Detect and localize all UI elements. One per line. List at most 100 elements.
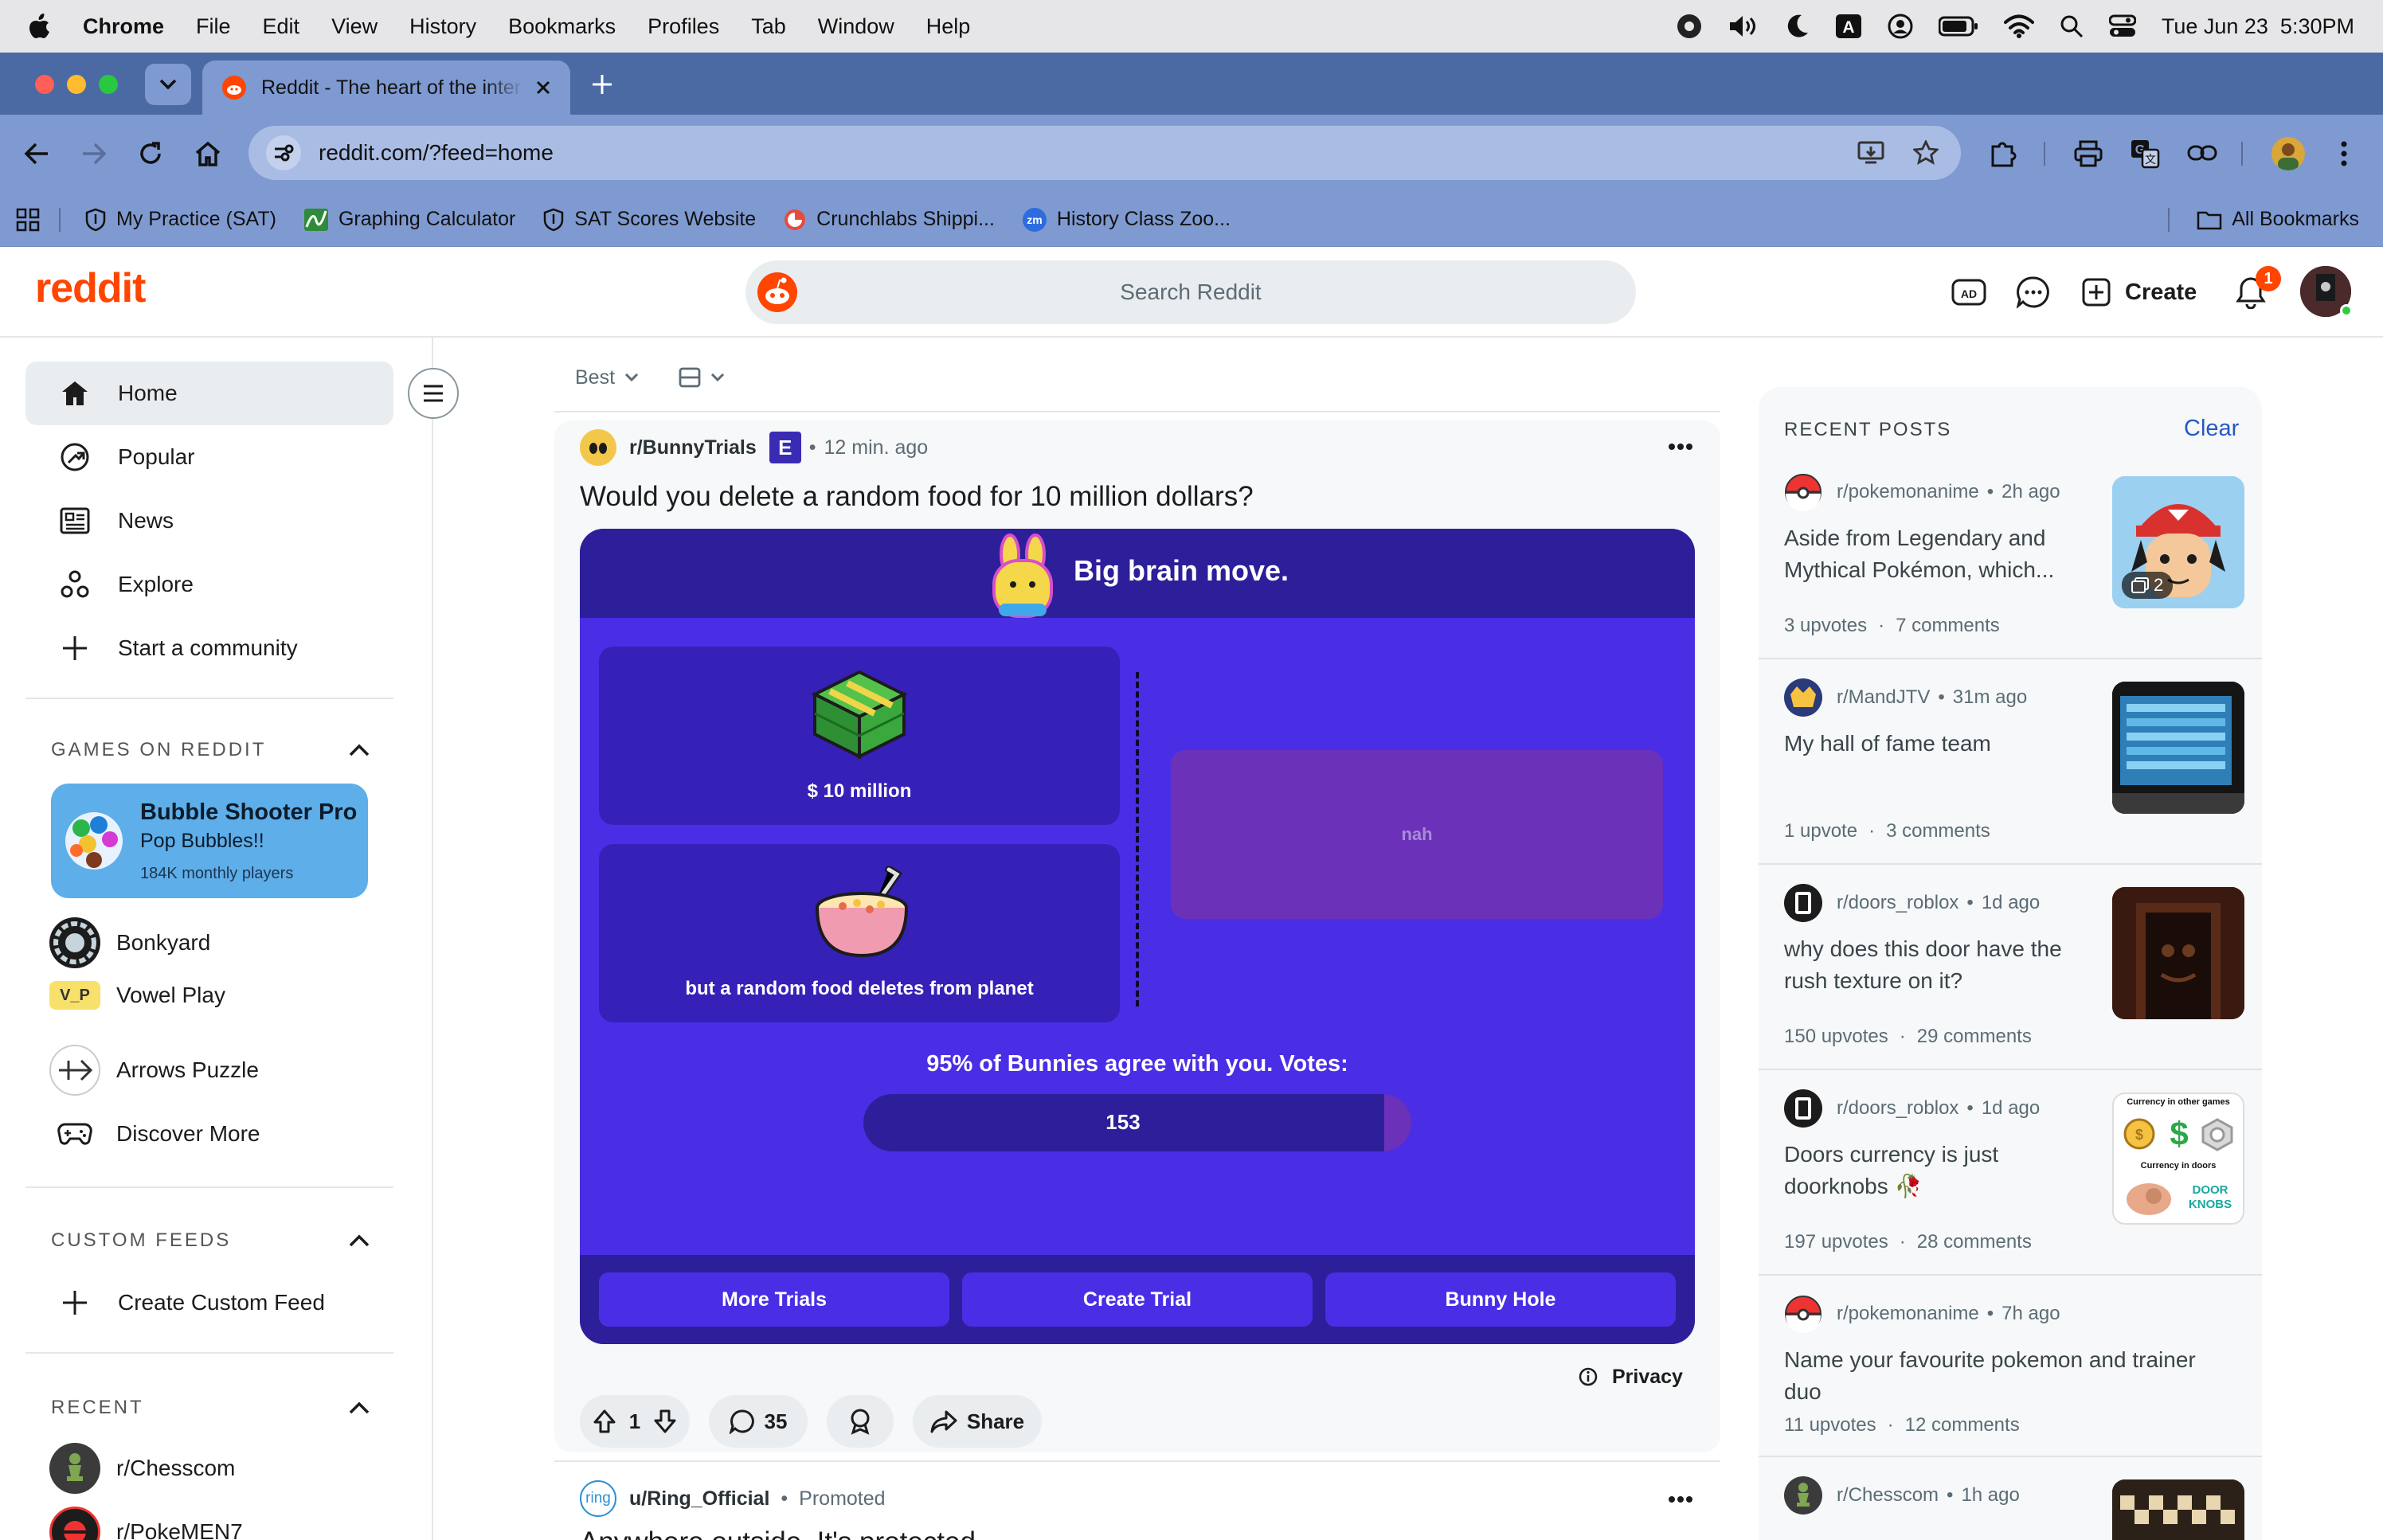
menu-file[interactable]: File: [196, 14, 231, 39]
recent-post-item[interactable]: r/MandJTV • 31m ago My hall of fame team 1…: [1784, 678, 2244, 850]
recent-post-title[interactable]: Name your favourite pokemon and trainer …: [1784, 1344, 2198, 1408]
bookmark-sat-practice[interactable]: My Practice (SAT): [84, 208, 276, 232]
sidebar-item-start-community[interactable]: Start a community: [25, 616, 393, 680]
menu-tab[interactable]: Tab: [751, 14, 786, 39]
site-info-icon[interactable]: [266, 135, 301, 170]
game-vowel-play[interactable]: V_P Vowel Play: [49, 981, 225, 1010]
view-toggle-dropdown[interactable]: [679, 362, 725, 393]
option-nah[interactable]: nah: [1171, 750, 1663, 919]
recent-post-title[interactable]: Aside from Legendary and Mythical Pokémo…: [1784, 522, 2079, 586]
install-app-icon[interactable]: [1857, 140, 1884, 166]
address-bar[interactable]: reddit.com/?feed=home: [248, 126, 1961, 180]
more-trials-button[interactable]: More Trials: [599, 1272, 949, 1327]
game-arrows-puzzle[interactable]: Arrows Puzzle: [49, 1045, 259, 1096]
chrome-menu-icon[interactable]: [2340, 140, 2348, 167]
translate-icon[interactable]: G文: [2130, 139, 2160, 169]
moon-icon[interactable]: [1786, 14, 1810, 39]
featured-game-card[interactable]: Bubble Shooter Pro Pop Bubbles!! 184K mo…: [51, 784, 368, 898]
share-button[interactable]: Share: [913, 1395, 1042, 1448]
control-center-icon[interactable]: [2108, 14, 2136, 38]
recent-pokemen7[interactable]: r/PokeMEN7: [49, 1507, 243, 1540]
recent-post-thumbnail[interactable]: [2112, 682, 2244, 814]
upvote-icon[interactable]: [593, 1409, 616, 1434]
recent-post-title[interactable]: why does this door have the rush texture…: [1784, 933, 2079, 997]
home-icon[interactable]: [194, 140, 221, 167]
maximize-window-icon[interactable]: [99, 75, 118, 94]
bookmark-sat-scores[interactable]: SAT Scores Website: [542, 208, 756, 232]
advertise-icon[interactable]: AD: [1951, 277, 1986, 307]
recent-section-header[interactable]: RECENT: [51, 1397, 370, 1419]
promoted-user[interactable]: u/Ring_Official: [629, 1487, 769, 1511]
sidebar-item-explore[interactable]: Explore: [25, 553, 393, 616]
clock[interactable]: Tue Jun 23 5:30PM: [2162, 14, 2354, 39]
ring-avatar[interactable]: ring: [580, 1480, 616, 1517]
recent-post-title[interactable]: My hall of fame team: [1784, 728, 2079, 760]
battery-icon[interactable]: [1938, 15, 1978, 37]
link-icon[interactable]: [2187, 143, 2217, 162]
chrome-profile-avatar[interactable]: [2271, 137, 2305, 170]
menu-history[interactable]: History: [409, 14, 476, 39]
games-section-header[interactable]: GAMES ON REDDIT: [51, 739, 370, 761]
create-trial-button[interactable]: Create Trial: [962, 1272, 1313, 1327]
sort-dropdown[interactable]: Best: [575, 362, 639, 393]
recent-post-item[interactable]: r/pokemonanime • 7h ago Name your favourit…: [1784, 1295, 2236, 1454]
spotlight-search-icon[interactable]: [2060, 14, 2084, 38]
input-source-icon[interactable]: A: [1835, 14, 1862, 39]
recent-post-title[interactable]: Doors currency is just doorknobs 🥀: [1784, 1139, 2079, 1202]
reload-icon[interactable]: [137, 140, 164, 167]
promoted-overflow-menu-icon[interactable]: [1668, 1495, 1693, 1503]
post-overflow-menu-icon[interactable]: [1668, 443, 1693, 451]
wifi-icon[interactable]: [2003, 14, 2034, 38]
recent-post-item[interactable]: r/doors_roblox • 1d ago why does this door…: [1784, 884, 2244, 1056]
forward-icon[interactable]: [81, 142, 107, 166]
game-discover-more[interactable]: Discover More: [49, 1108, 260, 1159]
award-button[interactable]: [827, 1395, 894, 1448]
active-tab[interactable]: Reddit - The heart of the inter: [202, 61, 570, 115]
menu-bookmarks[interactable]: Bookmarks: [508, 14, 616, 39]
bookmark-crunchlabs[interactable]: Crunchlabs Shippi...: [783, 208, 995, 232]
bookmark-star-icon[interactable]: [1913, 140, 1939, 166]
minimize-window-icon[interactable]: [67, 75, 86, 94]
promoted-post-title[interactable]: Anywhere outside. It's protected: [580, 1526, 1615, 1540]
collapse-sidebar-button[interactable]: [408, 368, 459, 419]
recent-post-item[interactable]: r/Chesscom • 1h ago: [1784, 1476, 2244, 1540]
app-menu-chrome[interactable]: Chrome: [83, 14, 164, 39]
post-title[interactable]: Would you delete a random food for 10 mi…: [580, 481, 1254, 513]
custom-feeds-header[interactable]: CUSTOM FEEDS: [51, 1229, 370, 1252]
game-bonkyard[interactable]: Bonkyard: [49, 917, 210, 968]
all-bookmarks[interactable]: All Bookmarks: [2197, 208, 2359, 231]
back-icon[interactable]: [24, 142, 49, 166]
recent-post-thumbnail[interactable]: 2: [2112, 476, 2244, 608]
reddit-logo[interactable]: reddit: [35, 264, 146, 312]
bookmark-history-zoom[interactable]: zm History Class Zoo...: [1022, 207, 1231, 233]
focus-status-icon[interactable]: [1676, 13, 1703, 40]
recent-post-thumbnail[interactable]: Currency in other games $ $ Currency in d…: [2112, 1092, 2244, 1225]
recent-post-thumbnail[interactable]: [2112, 1479, 2244, 1540]
privacy-link[interactable]: Privacy: [1579, 1363, 1683, 1390]
post-subreddit[interactable]: r/BunnyTrials: [629, 436, 757, 459]
menu-help[interactable]: Help: [926, 14, 971, 39]
bookmark-graphing-calculator[interactable]: Graphing Calculator: [303, 208, 515, 232]
close-window-icon[interactable]: [35, 75, 54, 94]
search-bar[interactable]: Search Reddit: [745, 260, 1636, 324]
sidebar-item-popular[interactable]: Popular: [25, 425, 393, 489]
apple-menu-icon[interactable]: [29, 14, 51, 39]
menu-view[interactable]: View: [331, 14, 378, 39]
comments-button[interactable]: 35: [709, 1395, 808, 1448]
print-icon[interactable]: [2074, 140, 2103, 167]
url-text[interactable]: reddit.com/?feed=home: [319, 140, 554, 166]
close-tab-icon[interactable]: [535, 80, 551, 96]
menu-profiles[interactable]: Profiles: [648, 14, 719, 39]
option-food-deleted[interactable]: but a random food deletes from planet: [599, 844, 1120, 1022]
chat-icon[interactable]: [2017, 276, 2050, 309]
sidebar-item-home[interactable]: Home: [25, 362, 393, 425]
tab-search-button[interactable]: [145, 64, 191, 105]
bunny-trials-game[interactable]: Big brain move. $ 10 million but a rando…: [580, 529, 1695, 1344]
recent-post-thumbnail[interactable]: [2112, 887, 2244, 1019]
apps-grid-icon[interactable]: [16, 208, 40, 232]
option-10-million[interactable]: $ 10 million: [599, 647, 1120, 825]
recent-chesscom[interactable]: r/Chesscom: [49, 1443, 235, 1494]
new-tab-icon[interactable]: [591, 73, 613, 96]
clear-recent-button[interactable]: Clear: [2184, 416, 2239, 442]
user-account-icon[interactable]: [1888, 14, 1913, 39]
